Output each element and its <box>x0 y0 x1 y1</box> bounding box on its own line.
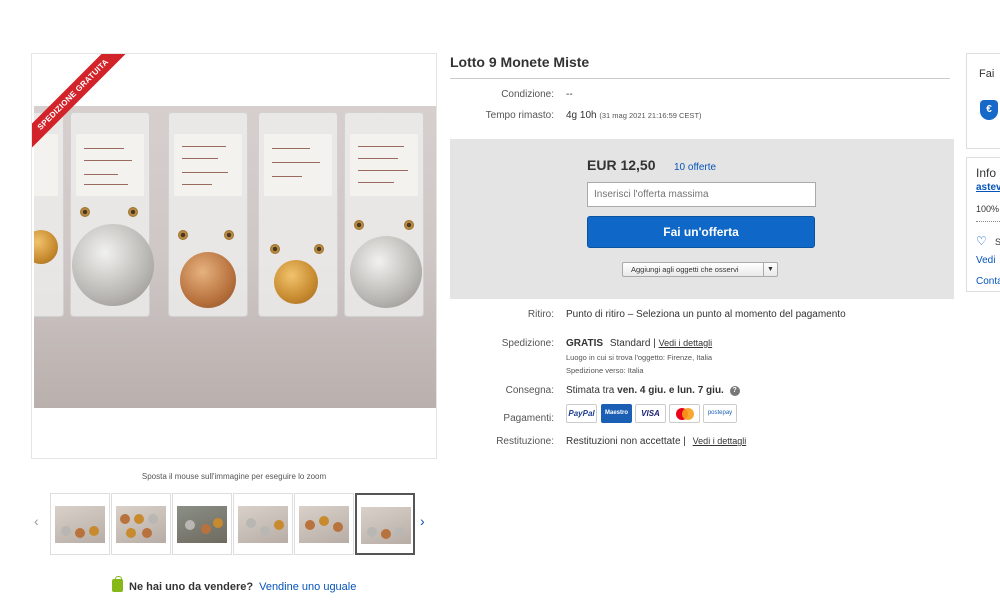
divider <box>450 78 950 79</box>
buyer-protection-card: Fai € <box>966 53 1000 149</box>
mastercard-icon <box>669 404 700 423</box>
payments-label: Pagamenti: <box>503 413 554 424</box>
bid-panel: EUR 12,50 10 offerte Fai un'offerta Aggi… <box>450 139 954 299</box>
maestro-icon: Maestro <box>601 404 632 423</box>
thumbnail[interactable] <box>172 493 232 555</box>
delivery-value: Stimata tra ven. 4 giu. e lun. 7 giu. ? <box>566 385 740 396</box>
save-seller-link[interactable]: S <box>995 237 1000 247</box>
pickup-label: Ritiro: <box>527 309 554 320</box>
help-icon[interactable]: ? <box>729 386 740 396</box>
photo-coin-sleeve <box>70 112 154 317</box>
zoom-hint: Sposta il mouse sull'immagine per esegui… <box>141 472 327 481</box>
seller-info-heading: Info <box>976 166 997 180</box>
end-date: (31 mag 2021 21:16:59 CEST) <box>599 111 702 120</box>
returns-value: Restituzioni non accettate | Vedi i dett… <box>566 436 747 447</box>
seller-feedback: 100% <box>976 204 1000 214</box>
chevron-right-icon[interactable]: › <box>420 513 425 529</box>
image-gallery: SPEDIZIONE GRATUITA <box>31 53 437 459</box>
sell-similar-link[interactable]: Vendine uno uguale <box>259 581 356 593</box>
pickup-value: Punto di ritiro – Seleziona un punto al … <box>566 309 846 320</box>
shipping-value: GRATIS Standard | Vedi i dettagli <box>566 338 713 349</box>
thumbnail[interactable] <box>233 493 293 555</box>
current-price: EUR 12,50 <box>587 157 656 173</box>
time-left-label: Tempo rimasto: <box>485 110 554 121</box>
heart-icon[interactable]: ♡ <box>976 234 987 248</box>
condition-value: -- <box>566 89 573 100</box>
photo-coin-sleeve <box>168 112 248 317</box>
ships-to: Spedizione verso: Italia <box>566 366 644 375</box>
shipping-details-link[interactable]: Vedi i dettagli <box>659 338 713 348</box>
postepay-icon: postepay <box>703 404 737 423</box>
thumbnail[interactable] <box>111 493 171 555</box>
main-item-photo[interactable] <box>34 106 436 408</box>
seller-name-link[interactable]: astev <box>976 182 1000 193</box>
shopping-bag-icon <box>112 576 123 592</box>
paypal-icon: PayPal <box>566 404 597 423</box>
money-back-shield-icon: € <box>980 100 998 120</box>
place-bid-button[interactable]: Fai un'offerta <box>587 216 815 248</box>
bid-count-link[interactable]: 10 offerte <box>674 162 716 173</box>
photo-coin-sleeve <box>34 112 64 317</box>
visa-icon: VISA <box>635 404 666 423</box>
chevron-left-icon[interactable]: ‹ <box>34 513 39 529</box>
watchlist-button[interactable]: Aggiungi agli oggetti che osservi ▼ <box>622 262 778 277</box>
thumbnail[interactable] <box>50 493 110 555</box>
time-left-value: 4g 10h (31 mag 2021 21:16:59 CEST) <box>566 110 702 121</box>
delivery-label: Consegna: <box>505 385 554 396</box>
dropdown-arrow-icon[interactable]: ▼ <box>763 263 777 276</box>
seller-info-card: Info astev 100% ♡ S Vedi Conta <box>966 157 1000 292</box>
max-bid-input[interactable] <box>587 182 816 207</box>
thumbnail-active[interactable] <box>355 493 415 555</box>
photo-coin-sleeve <box>344 112 424 317</box>
divider <box>976 221 1000 222</box>
thumbnail[interactable] <box>294 493 354 555</box>
condition-label: Condizione: <box>501 89 554 100</box>
returns-label: Restituzione: <box>496 436 554 447</box>
item-location: Luogo in cui si trova l'oggetto: Firenze… <box>566 353 713 362</box>
contact-seller-link[interactable]: Conta <box>976 276 1000 287</box>
item-title: Lotto 9 Monete Miste <box>450 54 590 70</box>
see-other-items-link[interactable]: Vedi <box>976 255 995 266</box>
shipping-label: Spedizione: <box>501 338 554 349</box>
photo-coin-sleeve <box>258 112 338 317</box>
thumbnail-strip: ‹ › <box>34 493 434 555</box>
returns-details-link[interactable]: Vedi i dettagli <box>693 436 747 446</box>
sell-similar: Ne hai uno da vendere? Vendine uno uguale <box>112 576 356 593</box>
